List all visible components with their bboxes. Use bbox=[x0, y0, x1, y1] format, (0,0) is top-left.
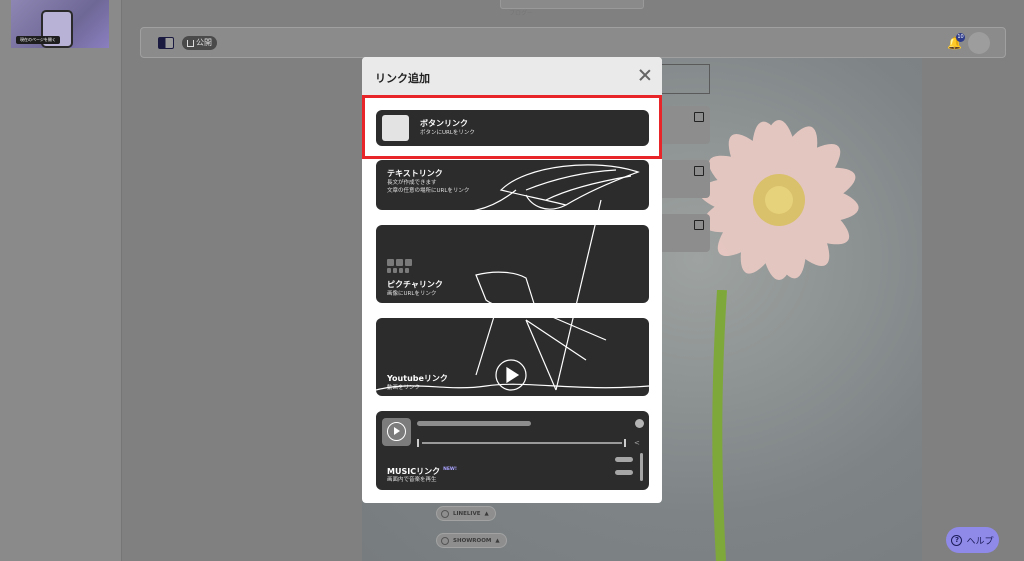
close-icon[interactable] bbox=[638, 68, 652, 82]
triangle-icon: ▲ bbox=[484, 510, 489, 517]
image-grid-icon bbox=[387, 259, 413, 275]
share-icon: < bbox=[634, 439, 640, 447]
prev-icon bbox=[417, 439, 419, 447]
panel-toggle-icon[interactable] bbox=[158, 37, 174, 49]
linelive-label: LINELIVE bbox=[453, 510, 481, 517]
edit-icon bbox=[694, 166, 704, 176]
menu-dot-icon bbox=[635, 419, 644, 428]
youtube-link-desc: 動画をリンク bbox=[387, 385, 421, 391]
music-link-title-text: MUSICリンク bbox=[387, 467, 441, 476]
help-button[interactable]: ? ヘルプ bbox=[946, 527, 999, 553]
linelive-pill: LINELIVE ▲ bbox=[436, 506, 496, 521]
share-icon bbox=[187, 39, 194, 47]
avatar[interactable] bbox=[968, 32, 990, 54]
text-link-desc-line2: 文章の任意の場所にURLをリンク bbox=[387, 188, 470, 194]
edit-icon bbox=[694, 112, 704, 122]
picture-link-title: ピクチャリンク bbox=[387, 280, 443, 289]
help-label: ヘルプ bbox=[966, 536, 994, 547]
question-icon: ? bbox=[951, 534, 963, 546]
title-placeholder-bar bbox=[417, 421, 531, 426]
picture-link-option[interactable]: ピクチャリンク 画像にURLをリンク bbox=[376, 225, 649, 303]
selection-highlight bbox=[362, 95, 662, 159]
notification-badge: 10 bbox=[956, 33, 965, 42]
background-input bbox=[662, 64, 710, 94]
triangle-icon: ▲ bbox=[495, 537, 500, 544]
page-thumbnail[interactable]: 現在のページを開く bbox=[11, 0, 109, 48]
text-link-title: テキストリンク bbox=[387, 169, 443, 178]
publish-button[interactable]: 公開 bbox=[182, 36, 217, 50]
youtube-link-option[interactable]: Youtubeリンク 動画をリンク bbox=[376, 318, 649, 396]
music-link-option[interactable]: < MUSICリンク NEW! 画面内で音楽を再生 bbox=[376, 411, 649, 490]
edit-icon bbox=[694, 220, 704, 230]
publish-label: 公開 bbox=[196, 38, 212, 47]
text-link-desc: 長文が作成できます 文章の任意の場所にURLをリンク bbox=[387, 179, 469, 195]
top-field-text: ブログー bbox=[509, 10, 534, 17]
flower-stem-image bbox=[712, 290, 727, 561]
play-icon bbox=[382, 418, 411, 446]
scrollbar bbox=[640, 453, 643, 481]
youtube-link-title: Youtubeリンク bbox=[387, 374, 448, 383]
next-icon bbox=[624, 439, 626, 447]
circle-icon bbox=[441, 536, 449, 545]
showroom-pill: SHOWROOM ▲ bbox=[436, 533, 507, 548]
top-field[interactable]: ブログー bbox=[500, 0, 644, 17]
modal-title: リンク追加 bbox=[375, 72, 430, 85]
circle-icon bbox=[441, 509, 449, 518]
text-link-option[interactable]: テキストリンク 長文が作成できます 文章の任意の場所にURLをリンク bbox=[376, 160, 649, 210]
picture-link-desc: 画像にURLをリンク bbox=[387, 291, 437, 297]
new-badge: NEW! bbox=[443, 467, 457, 473]
showroom-label: SHOWROOM bbox=[453, 537, 492, 544]
playlist-bar bbox=[615, 457, 633, 462]
text-link-desc-line1: 長文が作成できます bbox=[387, 180, 437, 186]
editor-toolbar: 公開 🔔 10 bbox=[140, 27, 1006, 58]
music-link-desc: 画面内で音楽を再生 bbox=[387, 477, 437, 483]
modal-header: リンク追加 bbox=[362, 57, 662, 95]
add-link-modal: リンク追加 ボタンリンク ボタンにURLをリンク テキストリンク 長文が作成でき… bbox=[362, 57, 662, 503]
progress-track bbox=[422, 442, 622, 444]
playlist-bar bbox=[615, 470, 633, 475]
thumbnail-chip: 現在のページを開く bbox=[16, 36, 60, 44]
sidebar: 現在のページを開く bbox=[0, 0, 122, 561]
